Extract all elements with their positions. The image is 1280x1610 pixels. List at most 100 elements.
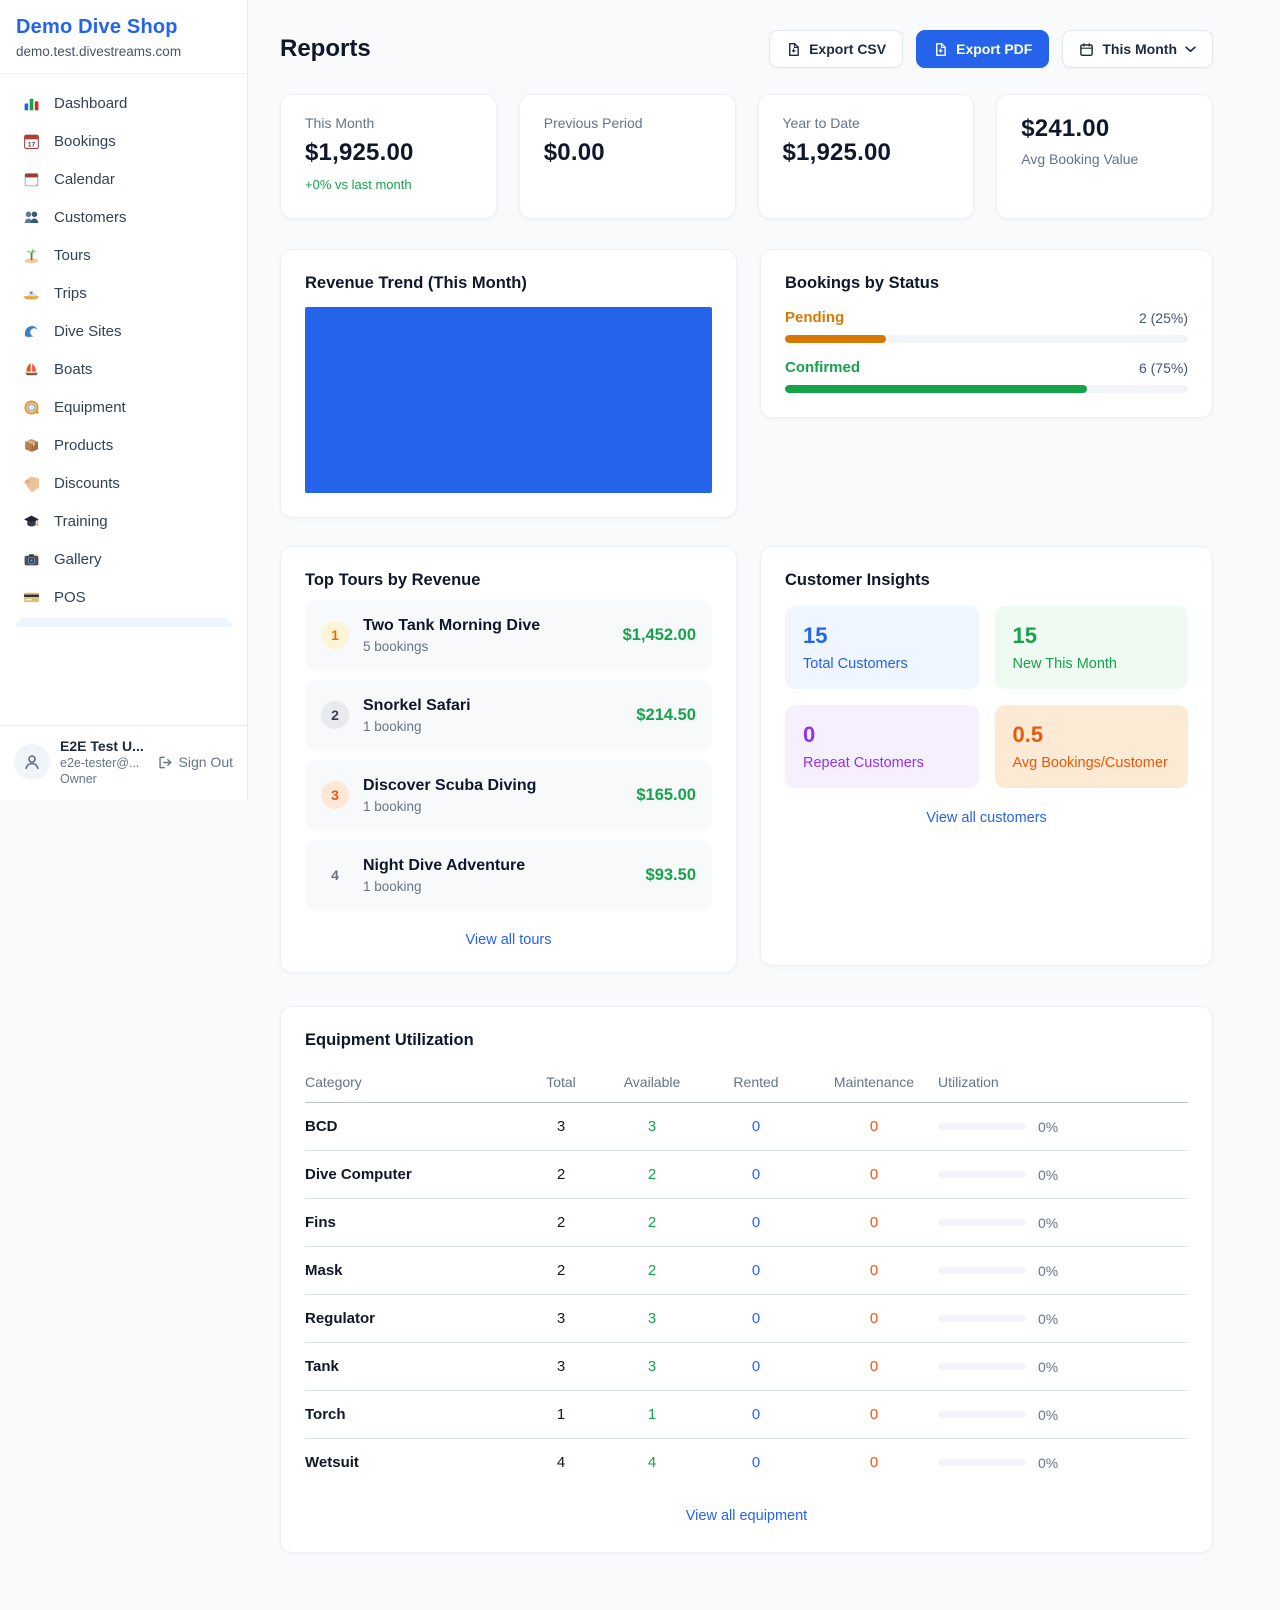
tour-bookings: 5 bookings <box>363 639 540 654</box>
cell-rented: 0 <box>702 1118 810 1135</box>
status-label: Confirmed <box>785 359 860 376</box>
stat-label: Previous Period <box>544 115 711 131</box>
sidebar-item-boats[interactable]: Boats <box>8 350 239 388</box>
chevron-down-icon <box>1185 46 1196 53</box>
sidebar-item-training[interactable]: Training <box>8 502 239 540</box>
cell-available: 1 <box>602 1406 702 1423</box>
rank-badge: 2 <box>321 701 349 729</box>
package-icon <box>22 436 40 454</box>
tour-list-item: 4 Night Dive Adventure 1 booking $93.50 <box>305 840 712 910</box>
cell-maintenance: 0 <box>810 1406 938 1423</box>
tour-bookings: 1 booking <box>363 879 525 894</box>
credit-card-icon <box>22 588 40 606</box>
user-panel: E2E Test U... e2e-tester@... Owner Sign … <box>0 725 247 800</box>
rank-badge: 1 <box>321 621 349 649</box>
tour-info: Snorkel Safari 1 booking <box>363 697 471 734</box>
sidebar-item-trips[interactable]: Trips <box>8 274 239 312</box>
sidebar-header: Demo Dive Shop demo.test.divestreams.com <box>0 0 247 74</box>
utilization-track <box>938 1363 1026 1370</box>
sidebar-item-pos[interactable]: POS <box>8 578 239 616</box>
progress-track <box>785 385 1188 393</box>
stat-card-this-month: This Month $1,925.00 +0% vs last month <box>280 94 497 219</box>
cell-category: BCD <box>305 1118 520 1135</box>
stat-card-year-to-date: Year to Date $1,925.00 <box>758 94 975 219</box>
sailboat-icon <box>22 360 40 378</box>
utilization-track <box>938 1171 1026 1178</box>
sidebar-item-discounts[interactable]: Discounts <box>8 464 239 502</box>
cell-available: 3 <box>602 1358 702 1375</box>
cell-category: Torch <box>305 1406 520 1423</box>
sidebar-item-label: Customers <box>54 209 127 226</box>
cell-utilization: 0% <box>938 1407 1188 1423</box>
cell-utilization: 0% <box>938 1167 1188 1183</box>
status-row-pending: Pending 2 (25%) <box>785 309 1188 343</box>
column-header-utilization: Utilization <box>938 1074 1188 1090</box>
tour-name: Two Tank Morning Dive <box>363 617 540 635</box>
equipment-utilization-title: Equipment Utilization <box>305 1031 1188 1050</box>
sidebar-item-label: Dive Sites <box>54 323 122 340</box>
stat-label: Avg Booking Value <box>1021 151 1188 167</box>
sidebar-item-dashboard[interactable]: Dashboard <box>8 84 239 122</box>
status-count: 2 (25%) <box>1139 310 1188 326</box>
insight-total-customers: 15 Total Customers <box>785 606 979 689</box>
cell-rented: 0 <box>702 1262 810 1279</box>
cell-maintenance: 0 <box>810 1262 938 1279</box>
person-icon <box>23 753 41 771</box>
avatar <box>14 744 50 780</box>
shop-name: Demo Dive Shop <box>16 16 231 39</box>
cell-maintenance: 0 <box>810 1358 938 1375</box>
stat-delta: +0% vs last month <box>305 177 472 192</box>
cell-total: 1 <box>520 1406 602 1423</box>
period-select-button[interactable]: This Month <box>1062 30 1213 68</box>
sign-out-button[interactable]: Sign Out <box>158 754 233 770</box>
cell-rented: 0 <box>702 1358 810 1375</box>
sidebar: Demo Dive Shop demo.test.divestreams.com… <box>0 0 248 800</box>
utilization-track <box>938 1267 1026 1274</box>
sidebar-item-gallery[interactable]: Gallery <box>8 540 239 578</box>
sign-out-icon <box>158 755 173 770</box>
export-csv-button[interactable]: Export CSV <box>769 30 903 68</box>
page-title: Reports <box>280 35 371 63</box>
tour-bookings: 1 booking <box>363 719 471 734</box>
cell-utilization: 0% <box>938 1359 1188 1375</box>
stat-cards: This Month $1,925.00 +0% vs last month P… <box>280 94 1213 219</box>
stat-card-previous-period: Previous Period $0.00 <box>519 94 736 219</box>
dive-mask-icon <box>22 398 40 416</box>
tour-name: Snorkel Safari <box>363 697 471 715</box>
cell-utilization: 0% <box>938 1263 1188 1279</box>
revenue-trend-card: Revenue Trend (This Month) <box>280 249 737 518</box>
stat-card-avg-booking-value: $241.00 Avg Booking Value <box>996 94 1213 219</box>
column-header-maintenance: Maintenance <box>810 1074 938 1090</box>
insight-label: New This Month <box>1013 656 1171 672</box>
sidebar-item-customers[interactable]: Customers <box>8 198 239 236</box>
view-all-equipment-link[interactable]: View all equipment <box>305 1508 1188 1524</box>
cell-total: 3 <box>520 1310 602 1327</box>
tour-info: Two Tank Morning Dive 5 bookings <box>363 617 540 654</box>
view-all-tours-link[interactable]: View all tours <box>305 932 712 948</box>
file-download-icon <box>933 42 948 57</box>
page-header: Reports Export CSV Export PDF This Month <box>280 30 1213 68</box>
stat-label: Year to Date <box>783 115 950 131</box>
cell-category: Fins <box>305 1214 520 1231</box>
tour-revenue: $214.50 <box>636 706 696 725</box>
view-all-customers-link[interactable]: View all customers <box>785 810 1188 826</box>
sidebar-item-equipment[interactable]: Equipment <box>8 388 239 426</box>
sidebar-item-dive-sites[interactable]: Dive Sites <box>8 312 239 350</box>
revenue-trend-chart <box>305 307 712 493</box>
sidebar-item-calendar[interactable]: Calendar <box>8 160 239 198</box>
cell-available: 2 <box>602 1262 702 1279</box>
export-pdf-button[interactable]: Export PDF <box>916 30 1049 68</box>
insight-value: 0 <box>803 722 961 748</box>
sidebar-item-bookings[interactable]: 17 Bookings <box>8 122 239 160</box>
sidebar-item-label: Tours <box>54 247 91 264</box>
insight-label: Repeat Customers <box>803 755 961 771</box>
sidebar-item-products[interactable]: Products <box>8 426 239 464</box>
tour-info: Discover Scuba Diving 1 booking <box>363 777 536 814</box>
cell-rented: 0 <box>702 1454 810 1471</box>
stat-value: $1,925.00 <box>783 139 950 167</box>
sidebar-item-label: Trips <box>54 285 87 302</box>
table-row: BCD 3 3 0 0 0% <box>305 1103 1188 1151</box>
stat-label: This Month <box>305 115 472 131</box>
sidebar-item-tours[interactable]: Tours <box>8 236 239 274</box>
tour-info: Night Dive Adventure 1 booking <box>363 857 525 894</box>
